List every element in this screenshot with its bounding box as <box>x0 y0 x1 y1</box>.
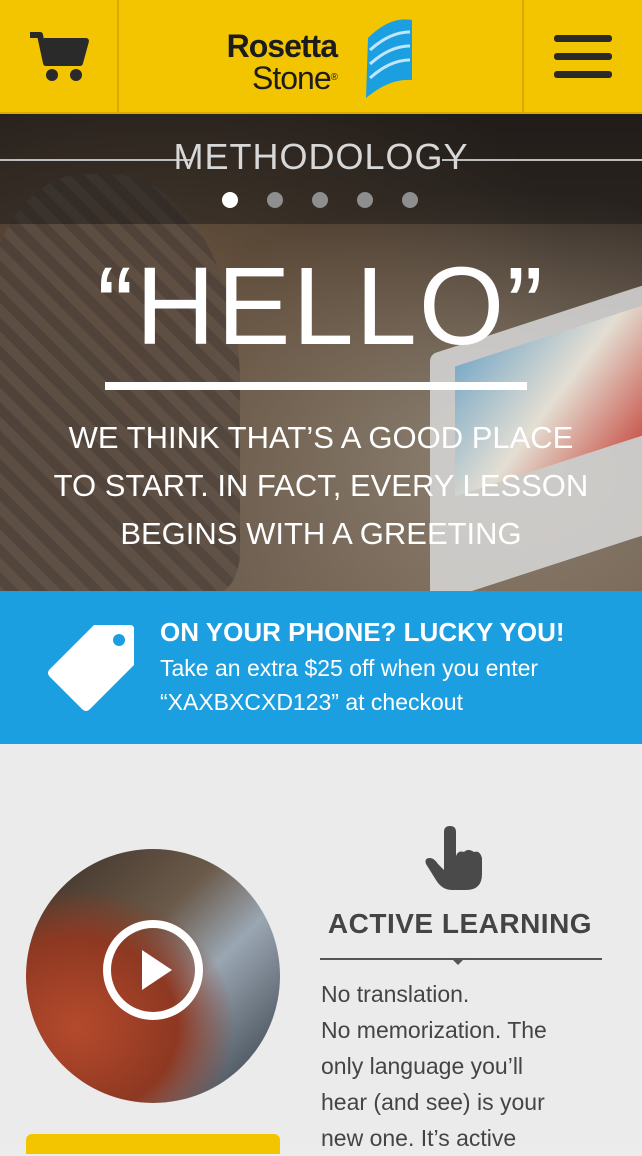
section-title: METHODOLOGY <box>173 136 469 177</box>
pointing-hand-icon <box>425 826 482 890</box>
feature-body-line-1: No translation. <box>321 981 470 1007</box>
logo-line-1: Rosetta <box>226 28 338 64</box>
hero-body: WE THINK THAT’S A GOOD PLACE TO START. I… <box>40 414 602 558</box>
price-tag-icon <box>48 625 134 711</box>
promo-line-2: “XAXBXCXD123” at checkout <box>160 689 463 715</box>
logo-wordmark: Rosetta Stone® <box>224 28 338 96</box>
carousel-dot-2[interactable] <box>267 192 283 208</box>
play-icon <box>142 950 172 990</box>
rosetta-stone-logo[interactable]: Rosetta Stone® <box>200 14 440 100</box>
site-header: Rosetta Stone® <box>0 0 642 114</box>
feature-body-line-3: only language you’ll <box>321 1053 524 1079</box>
headline-underline <box>105 382 527 390</box>
video-thumbnail[interactable] <box>26 849 280 1103</box>
carousel-dot-3[interactable] <box>312 192 328 208</box>
feature-body-line-4: hear (and see) is your <box>321 1089 545 1115</box>
cart-button[interactable] <box>0 0 119 114</box>
carousel-dots <box>222 192 418 208</box>
hero-body-line-2: TO START. IN FACT, EVERY LESSON <box>53 468 589 503</box>
feature-divider-caret <box>451 958 465 965</box>
shopping-cart-icon <box>29 32 89 81</box>
promo-line-1: Take an extra $25 off when you enter <box>160 655 539 681</box>
menu-button[interactable] <box>522 0 642 114</box>
methodology-hero: METHODOLOGY “HELLO” WE THINK THAT’S A GO… <box>0 114 642 591</box>
carousel-dot-5[interactable] <box>402 192 418 208</box>
hero-body-line-1: WE THINK THAT’S A GOOD PLACE <box>68 420 574 455</box>
feature-body-line-2: No memorization. The <box>321 1017 547 1043</box>
feature-body-line-5: new one. It’s active <box>321 1125 517 1151</box>
hamburger-menu-icon <box>554 35 612 78</box>
cta-button[interactable] <box>26 1134 280 1154</box>
promo-banner[interactable]: ON YOUR PHONE? LUCKY YOU! Take an extra … <box>0 591 642 744</box>
feature-section: ACTIVE LEARNING No translation. No memor… <box>0 744 642 1154</box>
feature-title: ACTIVE LEARNING <box>327 908 593 939</box>
carousel-dot-4[interactable] <box>357 192 373 208</box>
hero-body-line-3: BEGINS WITH A GREETING <box>120 516 522 551</box>
carousel-dot-1[interactable] <box>222 192 238 208</box>
rosetta-stone-mark-icon <box>366 19 412 99</box>
hero-headline: “HELLO” <box>97 245 545 368</box>
feature-body: No translation. No memorization. The onl… <box>321 976 621 1156</box>
logo-line-2: Stone® <box>252 60 338 96</box>
play-button[interactable] <box>103 920 203 1020</box>
promo-headline: ON YOUR PHONE? LUCKY YOU! <box>160 617 565 647</box>
